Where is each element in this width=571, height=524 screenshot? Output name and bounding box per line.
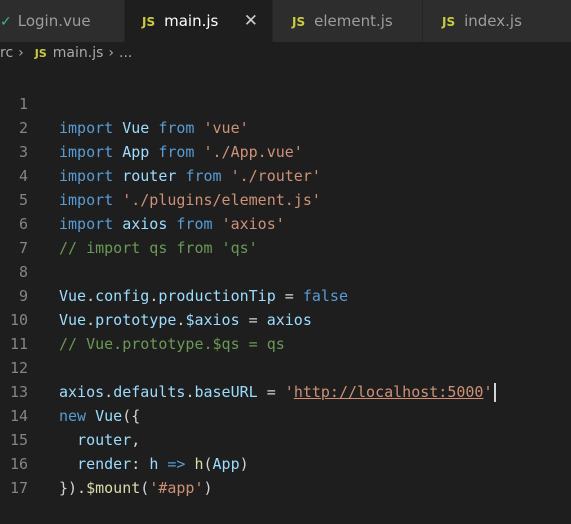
chevron-right-icon: › [18,45,24,61]
code-line: 2 import App from './App.vue' [0,92,571,161]
code-line: 13 new Vue({ [0,356,571,425]
line-number: 17 [9,479,28,497]
code-line: 15 render: h => h(App) [0,404,571,473]
breadcrumb-folder[interactable]: rc [0,42,13,64]
code-line: 7 [0,212,571,257]
code-text: }).$mount('#app') [59,479,213,497]
code-line: 9 Vue.prototype.$axios = axios [0,260,571,329]
code-line: 1 import Vue from 'vue' [0,68,571,137]
breadcrumb-more[interactable]: ... [119,42,132,64]
code-line: 17 [0,452,571,497]
tab-label: element.js [314,12,393,30]
tab-label: index.js [464,12,522,30]
code-editor[interactable]: 1 import Vue from 'vue' 2 import App fro… [0,68,571,497]
code-line: 5 import axios from 'axios' [0,164,571,233]
code-line: 3 import router from './router' [0,116,571,185]
code-line: 4 import './plugins/element.js' [0,140,571,209]
tab-index-js[interactable]: JS index.js [423,0,571,42]
code-line: 6 // import qs from 'qs' [0,188,571,257]
js-file-icon: JS [442,15,456,29]
js-file-icon: JS [292,15,306,29]
code-line: 10 // Vue.prototype.$qs = qs [0,284,571,353]
vue-file-icon: ✓ [0,14,12,30]
code-line: 11 [0,308,571,353]
breadcrumb: rc › JS main.js ›... [0,42,571,68]
chevron-right-icon: › [108,45,115,61]
tab-element-js[interactable]: JS element.js [273,0,423,42]
js-file-icon: JS [34,47,47,60]
tab-label: Login.vue [17,12,91,30]
tab-login-vue[interactable]: ✓ Login.vue [0,0,125,42]
tab-label: main.js [164,12,219,30]
editor-tab-bar: ✓ Login.vue JS main.js ✕ JS element.js JS in… [0,0,571,42]
js-file-icon: JS [142,15,156,29]
breadcrumb-file[interactable]: main.js [53,42,104,64]
close-icon[interactable]: ✕ [244,0,258,42]
code-line: 12 axios.defaults.baseURL = 'http://loca… [0,332,571,402]
code-line: 8 Vue.config.productionTip = false [0,236,571,305]
code-line: 14 router, [0,380,571,449]
tab-main-js[interactable]: JS main.js ✕ [125,0,273,42]
code-line: 16 }).$mount('#app') [0,428,571,497]
